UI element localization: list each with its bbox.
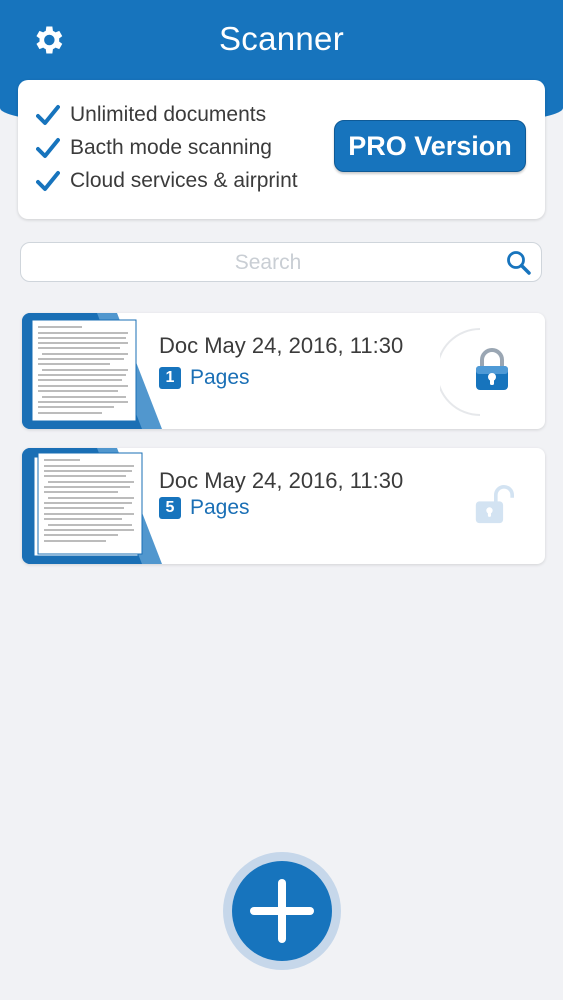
document-thumbnail	[22, 313, 162, 429]
check-icon	[36, 138, 60, 158]
document-item[interactable]: Doc May 24, 2016, 11:30 1 Pages	[22, 313, 545, 429]
feature-label: Cloud services & airprint	[70, 169, 298, 192]
pages-label: Pages	[190, 366, 250, 389]
feature-label: Unlimited documents	[70, 103, 267, 126]
page-title: Scanner	[218, 20, 344, 57]
page-count-badge: 5	[159, 497, 181, 519]
document-title: Doc May 24, 2016, 11:30	[159, 333, 404, 358]
feature-item: Bacth mode scanning	[36, 133, 272, 163]
lock-closed-icon[interactable]	[472, 347, 512, 393]
feature-label: Bacth mode scanning	[70, 136, 272, 159]
page-count: 5 Pages	[159, 496, 250, 520]
page-count: 1 Pages	[159, 366, 250, 390]
document-item[interactable]: Doc May 24, 2016, 11:30 5 Pages	[22, 448, 545, 564]
lock-open-icon[interactable]	[474, 482, 514, 528]
search-input[interactable]	[31, 247, 505, 279]
check-icon	[36, 105, 60, 125]
pro-version-button[interactable]: PRO Version	[334, 120, 526, 172]
search-icon[interactable]	[506, 250, 532, 276]
feature-item: Unlimited documents	[36, 100, 266, 130]
document-thumbnail	[22, 448, 162, 564]
check-icon	[36, 171, 60, 191]
plus-icon	[250, 879, 314, 943]
promo-card: Unlimited documents Bacth mode scanning …	[18, 80, 545, 219]
page-count-badge: 1	[159, 367, 181, 389]
document-title: Doc May 24, 2016, 11:30	[159, 468, 404, 493]
pages-label: Pages	[190, 496, 250, 519]
search-bar[interactable]	[20, 242, 542, 282]
add-document-button[interactable]	[232, 861, 332, 961]
feature-item: Cloud services & airprint	[36, 166, 298, 196]
